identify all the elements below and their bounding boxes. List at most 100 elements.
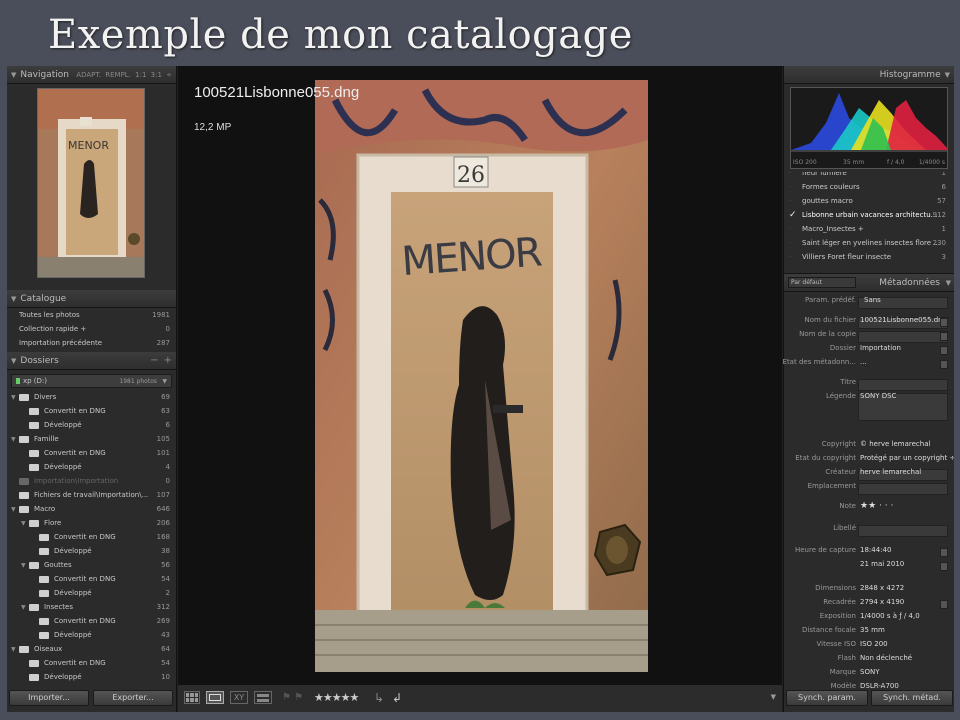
field-action-icon[interactable] [940, 346, 948, 355]
expand-triangle-icon[interactable]: ▼ [11, 506, 19, 513]
loupe-view[interactable]: 26 MENOR 100521Lisbonne055.dng 12,2 MP X… [178, 66, 782, 712]
folder-item[interactable]: Développé 38 [7, 544, 176, 558]
sync-params-button[interactable]: Synch. param. [786, 690, 868, 706]
metadata-field[interactable]: Heure de capture 18:44:40 [784, 546, 954, 560]
field-action-icon[interactable] [940, 548, 948, 557]
navigator-thumbnail[interactable]: MENOR [37, 88, 145, 278]
folder-item[interactable]: ▼ Gouttes 56 [7, 558, 176, 572]
metadata-preset-row[interactable]: Param. prédéf. Sans [784, 296, 954, 310]
metadata-field[interactable]: Libellé [784, 524, 954, 538]
metadata-field[interactable]: Flash Non déclenché [784, 654, 954, 668]
zoom-options[interactable]: ADAPT. REMPL. 1:1 3:1 ÷ [76, 71, 172, 79]
metadata-field[interactable]: Etat du copyright Protégé par un copyrigh… [784, 454, 954, 468]
folder-item[interactable]: Convertit en DNG 63 [7, 404, 176, 418]
catalogue-header[interactable]: ▼ Catalogue [7, 290, 176, 308]
collection-item[interactable]: · Saint léger en yvelines insectes flore … [784, 236, 954, 250]
rotate-right-icon[interactable]: ↲ [392, 691, 402, 705]
expand-triangle-icon[interactable]: ▼ [21, 562, 29, 569]
folder-item[interactable]: ▼ Famille 105 [7, 432, 176, 446]
flag-icon[interactable]: ⚑ ⚑ [282, 692, 303, 703]
expand-triangle-icon[interactable]: ▼ [21, 604, 29, 611]
grid-view-icon[interactable] [184, 691, 200, 704]
collection-item[interactable]: · Macro_Insectes + 1 [784, 222, 954, 236]
metadata-field[interactable]: Dossier Importation [784, 344, 954, 358]
field-action-icon[interactable] [940, 318, 948, 327]
folder-item[interactable]: ▼ Insectes 312 [7, 600, 176, 614]
metadata-field[interactable]: Distance focale 35 mm [784, 626, 954, 640]
collapse-triangle-icon[interactable]: ▼ [945, 71, 950, 79]
collection-item[interactable]: · Villiers Foret fleur insecte 3 [784, 250, 954, 264]
export-button[interactable]: Exporter... [93, 690, 173, 706]
folder-item[interactable]: Fichiers de travail\Importation\... 107 [7, 488, 176, 502]
folder-item[interactable]: Convertit en DNG 101 [7, 446, 176, 460]
field-action-icon[interactable] [940, 600, 948, 609]
folder-item[interactable]: ▼ Divers 69 [7, 390, 176, 404]
folder-item[interactable]: Convertit en DNG 269 [7, 614, 176, 628]
folder-item[interactable]: ▼ Macro 646 [7, 502, 176, 516]
main-photo[interactable]: 26 MENOR [315, 80, 648, 672]
collection-item[interactable]: · fleur lumière 1 [784, 172, 954, 180]
metadata-preset-select[interactable]: Par défaut [788, 277, 856, 288]
collapse-triangle-icon[interactable]: ▼ [11, 71, 16, 79]
folder-item[interactable]: Convertit en DNG 54 [7, 656, 176, 670]
folder-item[interactable]: ▼ Oiseaux 64 [7, 642, 176, 656]
metadata-field[interactable]: Titre [784, 378, 954, 392]
folder-item[interactable]: Développé 2 [7, 586, 176, 600]
star-rating[interactable]: ★★★★★ [314, 691, 359, 704]
metadata-field[interactable]: Exposition 1/4000 s à ƒ / 4,0 [784, 612, 954, 626]
volume-bar[interactable]: xp (D:) 1981 photos ▼ [11, 374, 172, 388]
folder-item[interactable]: Convertit en DNG 54 [7, 572, 176, 586]
survey-view-icon[interactable] [254, 691, 272, 704]
metadata-field[interactable]: Dimensions 2848 x 4272 [784, 584, 954, 598]
dossiers-add-remove-controls[interactable]: − + [150, 355, 172, 366]
sync-metadata-button[interactable]: Synch. métad. [871, 690, 953, 706]
expand-triangle-icon[interactable]: ▼ [21, 520, 29, 527]
metadata-header[interactable]: Par défaut Métadonnées ▼ [784, 274, 954, 292]
compare-view-icon[interactable]: XY [230, 691, 248, 704]
metadata-field[interactable]: Recadrée 2794 x 4190 [784, 598, 954, 612]
metadata-field[interactable]: Nom du fichier 100521Lisbonne055.dng [784, 316, 954, 330]
metadata-field[interactable]: Copyright © herve lemarechal [784, 440, 954, 454]
expand-triangle-icon[interactable]: ▼ [11, 394, 19, 401]
metadata-field[interactable]: Note ★★ · · · [784, 501, 954, 516]
loupe-view-icon[interactable] [206, 691, 224, 704]
field-action-icon[interactable] [940, 562, 948, 571]
folder-item[interactable]: Convertit en DNG 168 [7, 530, 176, 544]
histogram-header[interactable]: Histogramme ▼ [784, 66, 954, 84]
folder-item[interactable]: Développé 4 [7, 460, 176, 474]
field-action-icon[interactable] [940, 360, 948, 369]
folder-item[interactable]: Développé 10 [7, 670, 176, 684]
metadata-field[interactable]: Créateur herve lemarechal [784, 468, 954, 482]
catalogue-item[interactable]: Toutes les photos 1981 [7, 308, 176, 322]
expand-triangle-icon[interactable]: ▼ [11, 436, 19, 443]
collection-item[interactable]: · gouttes macro 57 [784, 194, 954, 208]
metadata-input[interactable] [858, 379, 948, 391]
metadata-field[interactable]: 21 mai 2010 [784, 560, 954, 574]
rotate-left-icon[interactable]: ↳ [374, 691, 384, 705]
metadata-field[interactable]: Marque SONY [784, 668, 954, 682]
dossiers-header[interactable]: ▼ Dossiers − + [7, 352, 176, 370]
collapse-triangle-icon[interactable]: ▼ [11, 357, 16, 365]
collapse-triangle-icon[interactable]: ▼ [11, 295, 16, 303]
metadata-input[interactable] [858, 525, 948, 537]
metadata-field[interactable]: Vitesse ISO ISO 200 [784, 640, 954, 654]
folder-item[interactable]: Importation\Importation 0 [7, 474, 176, 488]
folder-item[interactable]: Développé 6 [7, 418, 176, 432]
metadata-field[interactable]: Nom de la copie [784, 330, 954, 344]
metadata-field[interactable]: Légende SONY DSC [784, 392, 954, 422]
folder-item[interactable]: ▼ Flore 206 [7, 516, 176, 530]
metadata-input[interactable] [858, 483, 948, 495]
metadata-field[interactable]: Etat des métadonn...... [783, 358, 954, 372]
collapse-triangle-icon[interactable]: ▼ [946, 279, 951, 287]
metadata-field[interactable]: Emplacement [784, 482, 954, 496]
import-button[interactable]: Importer... [9, 690, 89, 706]
field-action-icon[interactable] [940, 332, 948, 341]
expand-triangle-icon[interactable]: ▼ [11, 646, 19, 653]
toolbar-menu-icon[interactable]: ▼ [771, 693, 776, 701]
navigation-header[interactable]: ▼ Navigation ADAPT. REMPL. 1:1 3:1 ÷ [7, 66, 176, 84]
collection-item[interactable]: ✓ Lisbonne urbain vacances architectu... 9… [784, 208, 954, 222]
catalogue-item[interactable]: Collection rapide + 0 [7, 322, 176, 336]
folder-item[interactable]: Développé 43 [7, 628, 176, 642]
volume-dropdown-icon[interactable]: ▼ [162, 378, 167, 385]
metadata-input[interactable] [858, 331, 948, 343]
